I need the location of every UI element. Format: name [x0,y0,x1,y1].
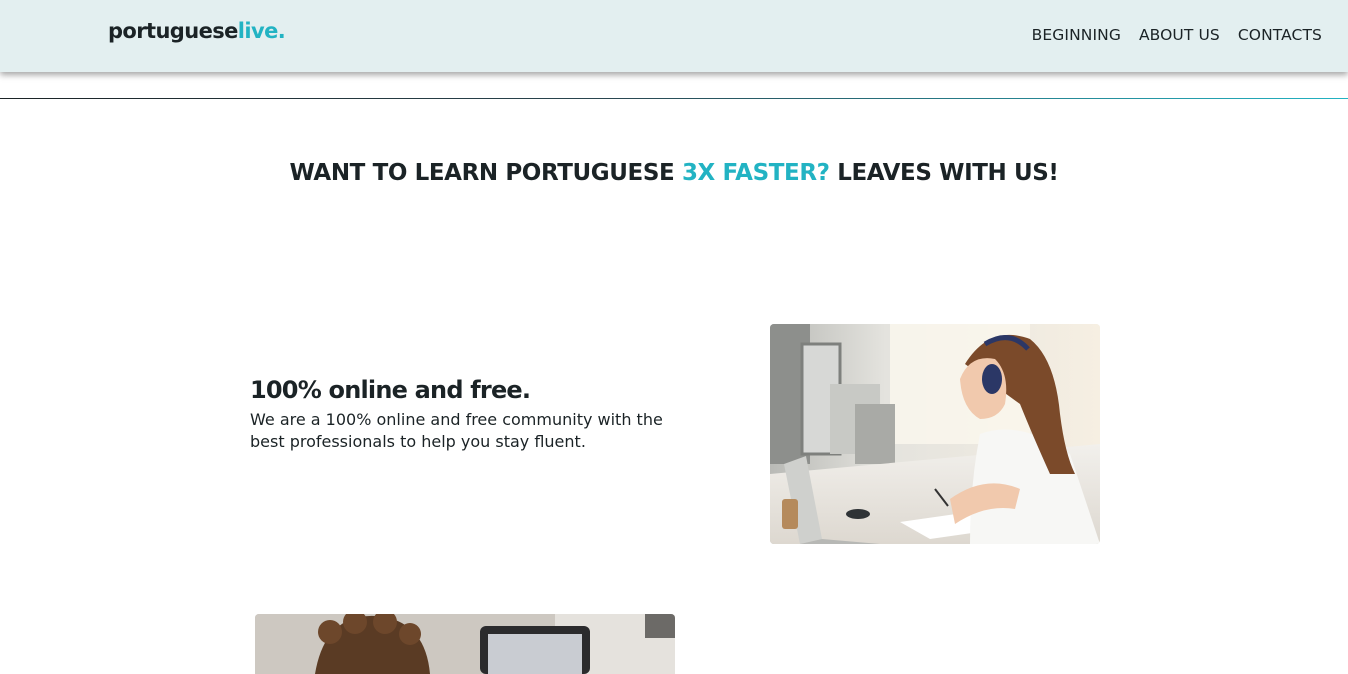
feature-description: We are a 100% online and free community … [250,410,663,451]
logo-accent-text: live. [237,19,286,43]
site-logo[interactable]: portugueselive. [108,19,286,43]
nav-link-contacts[interactable]: CONTACTS [1238,26,1322,44]
student-studying-photo [770,324,1100,544]
section-divider [0,98,1348,99]
site-header: portugueselive. BEGINNING ABOUT US CONTA… [0,0,1348,72]
nav-link-beginning[interactable]: BEGINNING [1032,26,1121,44]
second-section-photo [255,614,675,674]
logo-main-text: portuguese [108,19,238,43]
hero-headline: WANT TO LEARN PORTUGUESE 3X FASTER? LEAV… [0,160,1348,186]
main-nav: BEGINNING ABOUT US CONTACTS [1032,26,1322,44]
headline-start: WANT TO LEARN PORTUGUESE [289,160,675,186]
headline-end: LEAVES WITH US! [837,160,1059,186]
nav-link-about-us[interactable]: ABOUT US [1139,26,1220,44]
feature-title: 100% online and free. [250,376,531,404]
headline-accent: 3X FASTER? [681,160,830,186]
